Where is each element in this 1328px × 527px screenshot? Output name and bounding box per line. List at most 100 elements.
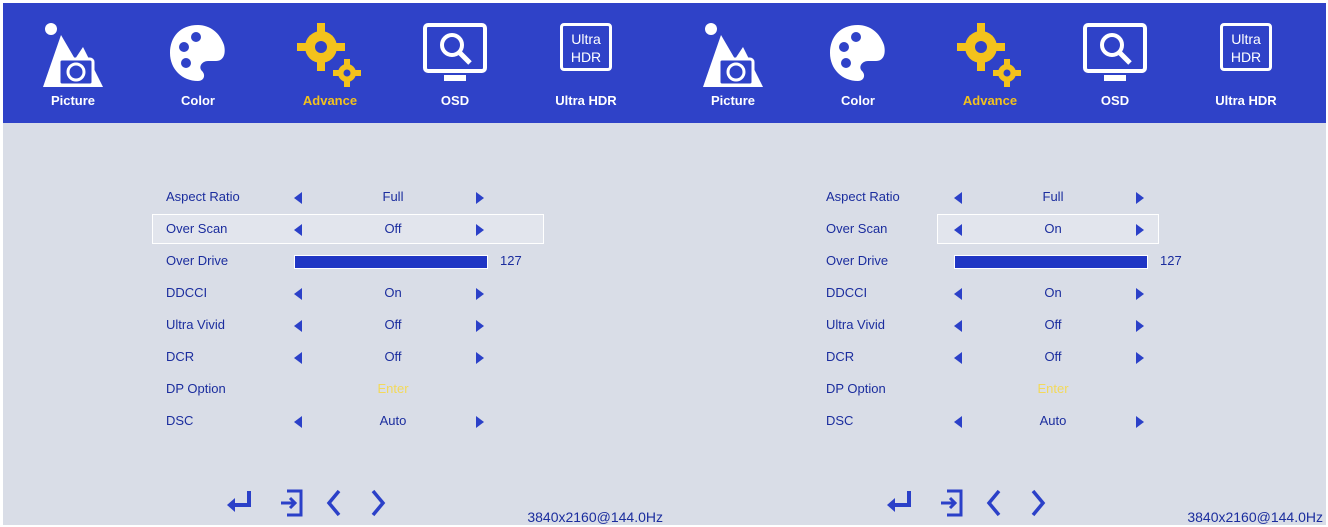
left-arrow-icon[interactable]	[954, 288, 962, 300]
enter-icon[interactable]	[227, 491, 251, 512]
row-value: On	[384, 285, 402, 300]
row-value: On	[1044, 221, 1062, 236]
tab-label: OSD	[440, 93, 470, 108]
bottom-nav	[227, 489, 386, 517]
row-label: Ultra Vivid	[166, 317, 226, 332]
row-ultra-vivid[interactable]: Ultra Vivid Off	[813, 311, 1203, 339]
row-label: Over Drive	[166, 253, 229, 268]
tab-label: Color	[181, 93, 215, 108]
tab-label: Ultra HDR	[555, 93, 617, 108]
exit-icon[interactable]	[941, 489, 963, 517]
right-arrow-icon[interactable]	[1136, 224, 1144, 236]
gears-icon	[297, 23, 361, 87]
row-label: DDCCI	[166, 285, 208, 300]
tab-picture[interactable]: Picture	[678, 3, 788, 123]
row-value: Enter	[1037, 381, 1069, 396]
right-arrow-icon[interactable]	[1136, 320, 1144, 332]
row-dcr[interactable]: DCR Off	[813, 343, 1203, 371]
left-arrow-icon[interactable]	[294, 320, 302, 332]
right-arrow-icon[interactable]	[1031, 489, 1046, 517]
tab-picture[interactable]: Picture	[18, 3, 128, 123]
tab-ultra-hdr[interactable]: Ultra HDR Ultra HDR	[1191, 3, 1301, 123]
right-arrow-icon[interactable]	[476, 352, 484, 364]
mountain-camera-icon	[703, 23, 763, 87]
row-value: Off	[1044, 317, 1062, 332]
tab-osd[interactable]: OSD	[400, 3, 510, 123]
row-label: DSC	[166, 413, 194, 428]
row-label: Ultra Vivid	[826, 317, 886, 332]
row-value: Full	[382, 189, 404, 204]
row-ddcci[interactable]: DDCCI On	[153, 279, 543, 307]
row-value: Off	[384, 349, 402, 364]
row-label: DSC	[826, 413, 854, 428]
row-value: Off	[384, 317, 402, 332]
row-ddcci[interactable]: DDCCI On	[813, 279, 1203, 307]
left-arrow-icon[interactable]	[294, 224, 302, 236]
monitor-magnifier-icon	[423, 23, 487, 81]
left-arrow-icon[interactable]	[954, 224, 962, 236]
tab-label: Picture	[710, 93, 756, 108]
row-label: Aspect Ratio	[166, 189, 240, 204]
row-label: DCR	[166, 349, 195, 364]
right-arrow-icon[interactable]	[371, 489, 386, 517]
right-arrow-icon[interactable]	[476, 192, 484, 204]
row-over-scan[interactable]: Over Scan On	[813, 214, 1203, 244]
enter-icon[interactable]	[887, 491, 911, 512]
row-over-scan[interactable]: Over Scan Off	[152, 214, 544, 244]
row-dsc[interactable]: DSC Auto	[813, 407, 1203, 435]
right-arrow-icon[interactable]	[1136, 288, 1144, 300]
row-label: DP Option	[166, 381, 226, 396]
right-arrow-icon[interactable]	[1136, 416, 1144, 428]
ultra-hdr-icon: Ultra HDR	[560, 23, 612, 71]
row-value: Auto	[379, 413, 407, 428]
row-over-drive[interactable]: Over Drive 127	[813, 247, 1203, 275]
exit-icon[interactable]	[281, 489, 303, 517]
left-arrow-icon[interactable]	[294, 416, 302, 428]
row-value: On	[1044, 285, 1062, 300]
tab-color[interactable]: Color	[143, 3, 253, 123]
gears-icon	[957, 23, 1021, 87]
left-arrow-icon[interactable]	[294, 192, 302, 204]
row-dp-option[interactable]: DP Option Enter	[153, 375, 543, 403]
tab-advance[interactable]: Advance	[935, 3, 1045, 123]
row-dp-option[interactable]: DP Option Enter	[813, 375, 1203, 403]
tab-color[interactable]: Color	[803, 3, 913, 123]
right-arrow-icon[interactable]	[1136, 352, 1144, 364]
over-drive-slider[interactable]	[294, 255, 488, 269]
row-over-drive[interactable]: Over Drive 127	[153, 247, 543, 275]
row-value: Off	[1044, 349, 1062, 364]
row-value: Enter	[377, 381, 409, 396]
row-dcr[interactable]: DCR Off	[153, 343, 543, 371]
left-arrow-icon[interactable]	[986, 489, 1001, 517]
right-arrow-icon[interactable]	[476, 416, 484, 428]
tab-ultra-hdr[interactable]: Ultra HDR Ultra HDR	[531, 3, 641, 123]
left-arrow-icon[interactable]	[294, 352, 302, 364]
tab-osd[interactable]: OSD	[1060, 3, 1170, 123]
left-arrow-icon[interactable]	[954, 352, 962, 364]
left-arrow-icon[interactable]	[326, 489, 341, 517]
left-arrow-icon[interactable]	[294, 288, 302, 300]
row-aspect-ratio[interactable]: Aspect Ratio Full	[153, 183, 543, 211]
row-value: 127	[1160, 253, 1182, 268]
row-label: DP Option	[826, 381, 886, 396]
right-arrow-icon[interactable]	[1136, 192, 1144, 204]
right-arrow-icon[interactable]	[476, 288, 484, 300]
mountain-camera-icon	[43, 23, 103, 87]
left-arrow-icon[interactable]	[954, 320, 962, 332]
over-drive-slider[interactable]	[954, 255, 1148, 269]
right-arrow-icon[interactable]	[476, 224, 484, 236]
row-label: DDCCI	[826, 285, 868, 300]
row-dsc[interactable]: DSC Auto	[153, 407, 543, 435]
left-arrow-icon[interactable]	[954, 192, 962, 204]
row-aspect-ratio[interactable]: Aspect Ratio Full	[813, 183, 1203, 211]
row-label: Over Scan	[826, 221, 888, 236]
osd-top-bar: Picture Color Advance OSD Ultra HDR Ultr…	[663, 3, 1326, 123]
row-label: Over Scan	[166, 221, 228, 236]
left-arrow-icon[interactable]	[954, 416, 962, 428]
right-arrow-icon[interactable]	[476, 320, 484, 332]
tab-advance[interactable]: Advance	[275, 3, 385, 123]
row-label: DCR	[826, 349, 855, 364]
row-ultra-vivid[interactable]: Ultra Vivid Off	[153, 311, 543, 339]
resolution-readout: 3840x2160@144.0Hz	[527, 509, 663, 525]
tab-label: Color	[841, 93, 875, 108]
